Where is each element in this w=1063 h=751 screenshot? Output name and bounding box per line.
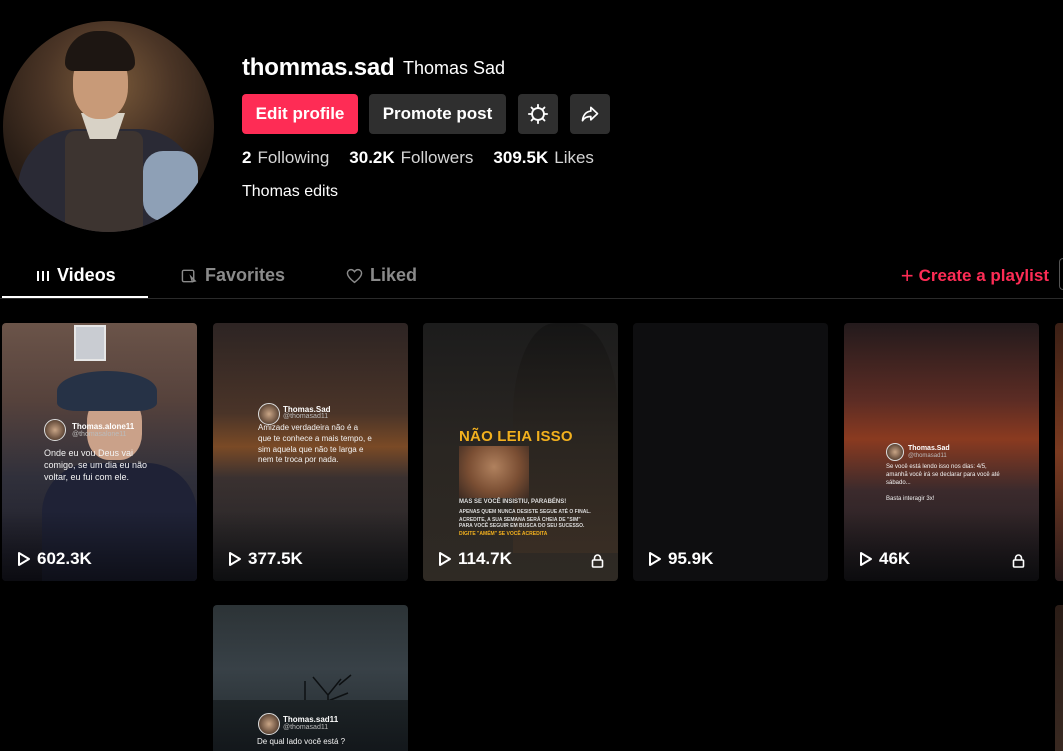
play-icon <box>229 552 241 566</box>
lock-icon <box>1012 554 1025 568</box>
tab-favorites[interactable]: Favorites <box>181 265 285 286</box>
overlay-banner: NÃO LEIA ISSO <box>459 428 573 445</box>
following-label: Following <box>257 148 330 167</box>
active-tab-underline <box>2 296 148 298</box>
view-count: 602.3K <box>17 549 92 569</box>
heart-icon <box>346 268 363 283</box>
share-arrow-icon <box>581 106 599 122</box>
create-playlist-label: Create a playlist <box>918 266 1049 285</box>
video-card[interactable]: Thomas.alone11 @thomasalone11 Onde eu vo… <box>2 323 197 581</box>
followers-label: Followers <box>400 148 474 167</box>
overlay-handle: @thomasad11 <box>283 724 329 731</box>
overlay-text: Amizade verdadeira não é a que te conhec… <box>258 423 372 465</box>
create-playlist-button[interactable]: + Create a playlist <box>901 265 1049 287</box>
avatar-vest <box>65 131 143 232</box>
overlay-avatar <box>258 403 280 425</box>
avatar-sleeve <box>143 151 198 221</box>
edge-control[interactable] <box>1059 258 1063 290</box>
avatar-hair <box>65 31 135 71</box>
overlay-name: Thomas.Sad <box>908 445 950 452</box>
tab-liked-label: Liked <box>370 265 418 285</box>
overlay-avatar <box>258 713 280 735</box>
bookmark-icon <box>181 269 197 283</box>
overlay-line: APENAS QUEM NUNCA DESISTE SEGUE ATÉ O FI… <box>459 509 591 515</box>
following-stat[interactable]: 2 Following <box>242 148 329 168</box>
view-count: 377.5K <box>228 549 303 569</box>
tab-videos[interactable]: Videos <box>36 265 116 286</box>
view-count-text: 602.3K <box>37 549 92 568</box>
overlay-line: MAS SE VOCÊ INSISTIU, PARABÉNS! <box>459 499 567 505</box>
tab-videos-label: Videos <box>57 265 116 285</box>
overlay-text: Se você está lendo isso nos dias: 4/5, a… <box>886 464 1000 487</box>
overlay-photo <box>459 446 529 498</box>
video-card[interactable]: Thomas.Sad @thomasad11 Se você está lend… <box>844 323 1039 581</box>
overlay-handle: @thomasad11 <box>283 413 329 420</box>
profile-tabs: Videos Favorites Liked + Create a playli… <box>0 258 1063 299</box>
view-count: 114.7K <box>438 549 512 569</box>
video-card[interactable]: NÃO LEIA ISSO MAS SE VOCÊ INSISTIU, PARA… <box>423 323 618 581</box>
view-count: 95.9K <box>648 549 713 569</box>
followers-count: 30.2K <box>349 148 395 167</box>
video-card[interactable]: 95.9K <box>633 323 828 581</box>
plus-icon: + <box>900 263 914 288</box>
tab-liked[interactable]: Liked <box>346 265 417 286</box>
tab-favorites-label: Favorites <box>205 265 286 285</box>
likes-stat: 309.5K Likes <box>493 148 594 168</box>
overlay-line: DIGITE "AMÉM" SE VOCÊ ACREDITA <box>459 531 548 537</box>
edit-profile-button[interactable]: Edit profile <box>242 94 358 134</box>
overlay-text: Onde eu vou Deus vai comigo, se um dia e… <box>44 448 148 483</box>
lock-icon <box>591 554 604 568</box>
overlay-handle: @thomasad11 <box>908 453 947 459</box>
profile-stats: 2 Following 30.2K Followers 309.5K Likes <box>242 148 614 168</box>
card-shade <box>2 511 197 581</box>
view-count-text: 114.7K <box>458 549 512 568</box>
overlay-line: PARA VOCÊ SEGUIR EM BUSCA DO SEU SUCESSO… <box>459 523 585 529</box>
overlay-name: Thomas.sad11 <box>283 715 339 724</box>
play-icon <box>860 552 872 566</box>
video-card[interactable]: Thomas.Sad @thomasad11 Amizade verdadeir… <box>213 323 408 581</box>
overlay-avatar <box>44 419 66 441</box>
likes-count: 309.5K <box>493 148 549 167</box>
video-card[interactable]: Thomas.sad11 @thomasad11 De qual lado vo… <box>213 605 408 751</box>
overlay-handle: @thomasalone11 <box>72 431 127 438</box>
overlay-text-secondary: Basta interagir 3x! <box>886 496 935 502</box>
card-shade <box>213 511 408 581</box>
settings-button[interactable] <box>518 94 558 134</box>
view-count-text: 46K <box>879 549 911 568</box>
overlay-text: De qual lado você está ? <box>257 737 346 746</box>
figure-hat <box>57 371 157 411</box>
view-count: 46K <box>859 549 910 569</box>
overlay-avatar <box>886 443 904 461</box>
view-count-text: 95.9K <box>668 549 714 568</box>
profile-nickname: Thomas Sad <box>403 58 506 78</box>
likes-label: Likes <box>554 148 594 167</box>
promote-post-button[interactable]: Promote post <box>369 94 506 134</box>
play-icon <box>18 552 30 566</box>
share-profile-button[interactable] <box>570 94 610 134</box>
overlay-name: Thomas.alone11 <box>72 422 135 431</box>
profile-username: thommas.sad <box>242 54 395 81</box>
following-count: 2 <box>242 148 252 167</box>
gear-icon <box>527 103 549 125</box>
card-shade <box>844 511 1039 581</box>
video-card-partial[interactable] <box>1055 605 1063 751</box>
play-icon <box>439 552 451 566</box>
video-card-partial[interactable] <box>1055 323 1063 581</box>
profile-bio: Thomas edits <box>242 183 339 200</box>
grid-bars-icon <box>37 270 49 281</box>
play-icon <box>649 552 661 566</box>
followers-stat[interactable]: 30.2K Followers <box>349 148 473 168</box>
view-count-text: 377.5K <box>248 549 303 568</box>
profile-avatar[interactable] <box>3 21 214 232</box>
window-decor <box>74 325 106 361</box>
